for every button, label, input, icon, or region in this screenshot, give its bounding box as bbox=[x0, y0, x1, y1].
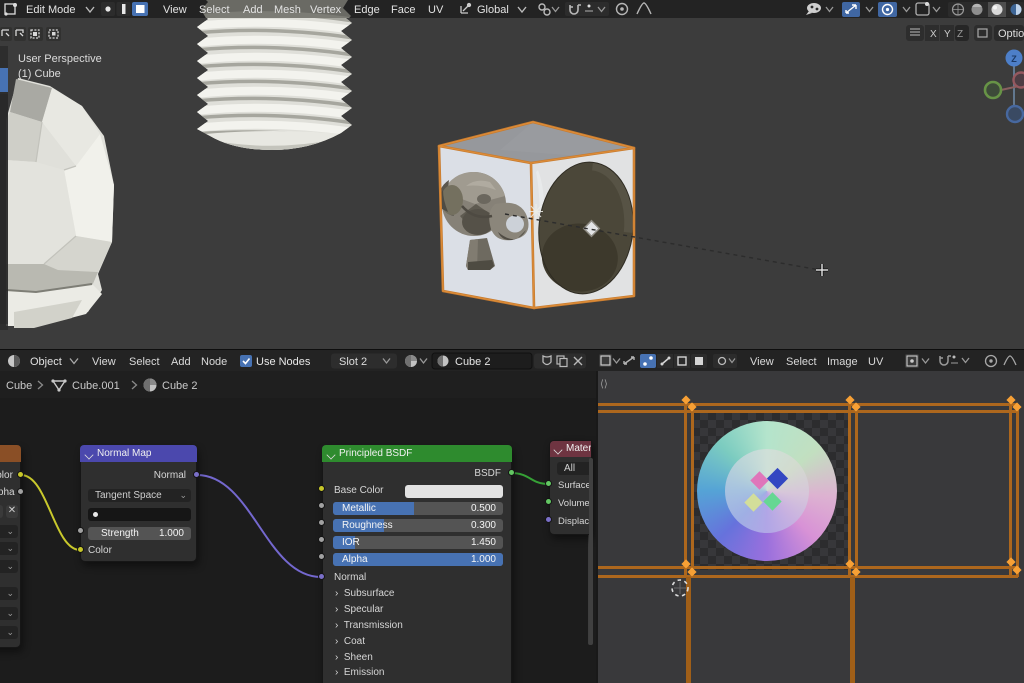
svg-text:Z: Z bbox=[957, 29, 963, 40]
svg-text:X: X bbox=[930, 29, 937, 40]
svg-text:Select: Select bbox=[129, 356, 160, 368]
svg-text:Slot 2: Slot 2 bbox=[339, 356, 367, 368]
svg-text:Select: Select bbox=[199, 4, 230, 16]
svg-text:View: View bbox=[92, 356, 116, 368]
svg-text:Face: Face bbox=[391, 4, 415, 16]
svg-text:Use Nodes: Use Nodes bbox=[256, 356, 311, 368]
svg-text:Y: Y bbox=[944, 29, 951, 40]
svg-text:Edit Mode: Edit Mode bbox=[26, 4, 76, 16]
svg-text:Mesh: Mesh bbox=[274, 4, 301, 16]
svg-text:Global: Global bbox=[477, 4, 509, 16]
svg-text:Optio: Optio bbox=[998, 28, 1024, 40]
svg-text:Object: Object bbox=[30, 356, 62, 368]
svg-text:User Perspective: User Perspective bbox=[18, 53, 102, 65]
svg-text:(1) Cube: (1) Cube bbox=[18, 68, 61, 80]
svg-text:Image: Image bbox=[827, 356, 858, 368]
svg-text:Node: Node bbox=[201, 356, 227, 368]
svg-text:Select: Select bbox=[786, 356, 817, 368]
svg-text:View: View bbox=[163, 4, 187, 16]
svg-text:Cube 2: Cube 2 bbox=[162, 380, 197, 392]
svg-text:Vertex: Vertex bbox=[310, 4, 342, 16]
svg-text:Add: Add bbox=[243, 4, 263, 16]
svg-text:Cube: Cube bbox=[6, 380, 32, 392]
svg-text:Z: Z bbox=[1011, 54, 1017, 64]
svg-text:Add: Add bbox=[171, 356, 191, 368]
svg-text:Cube.001: Cube.001 bbox=[72, 380, 120, 392]
svg-text:Cube 2: Cube 2 bbox=[455, 356, 490, 368]
svg-text:UV: UV bbox=[428, 4, 444, 16]
svg-text:UV: UV bbox=[868, 356, 884, 368]
svg-text:Edge: Edge bbox=[354, 4, 380, 16]
svg-text:View: View bbox=[750, 356, 774, 368]
